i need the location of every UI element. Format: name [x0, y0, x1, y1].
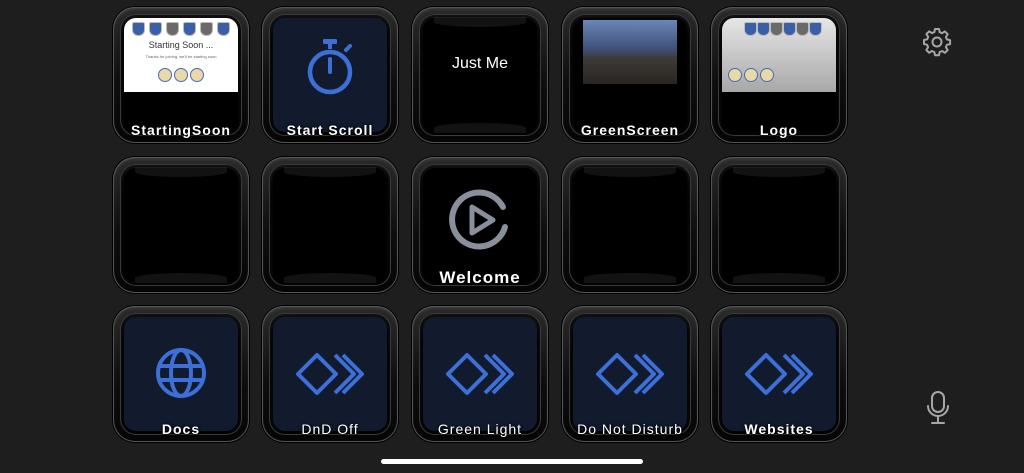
- thumbnail-subtitle: Thanks for joining, we'll be starting so…: [145, 54, 217, 59]
- key-face: [573, 18, 687, 132]
- shield-icon: [809, 22, 822, 36]
- badge-icon: [760, 68, 774, 82]
- key-face: [124, 168, 238, 282]
- shield-icon: [200, 22, 213, 36]
- thumbnail-title: Starting Soon ...: [148, 40, 214, 50]
- shield-icon: [796, 22, 809, 36]
- settings-button[interactable]: [922, 27, 952, 62]
- logo-thumbnail: [722, 18, 836, 92]
- greenscreen-thumbnail: [583, 20, 677, 84]
- key-label: GreenScreen: [580, 122, 680, 138]
- multi-action-icon: [596, 353, 664, 395]
- key-face: [722, 168, 836, 282]
- key-greenscreen[interactable]: GreenScreen: [562, 7, 698, 143]
- badge-icon: [744, 68, 758, 82]
- key-green-light[interactable]: Green Light: [412, 306, 548, 442]
- badge-icon: [190, 68, 204, 82]
- microphone-button[interactable]: [926, 390, 950, 431]
- key-label: Start Scroll: [286, 122, 374, 138]
- key-empty-4[interactable]: [711, 157, 847, 293]
- shield-icon: [770, 22, 783, 36]
- key-face: [273, 168, 387, 282]
- stream-deck-grid: Starting Soon ... Thanks for joining, we…: [0, 0, 1024, 473]
- shield-icon: [217, 22, 230, 36]
- key-welcome[interactable]: Welcome: [412, 157, 548, 293]
- multi-action-icon: [446, 353, 514, 395]
- shield-icon: [783, 22, 796, 36]
- key-starting-soon[interactable]: Starting Soon ... Thanks for joining, we…: [113, 7, 249, 143]
- shield-icon: [757, 22, 770, 36]
- badge-icon: [728, 68, 742, 82]
- key-empty-1[interactable]: [113, 157, 249, 293]
- key-logo[interactable]: Logo: [711, 7, 847, 143]
- shield-icon: [149, 22, 162, 36]
- shield-icon: [132, 22, 145, 36]
- key-label: Welcome: [439, 268, 521, 287]
- key-text: Just Me: [451, 55, 508, 72]
- key-face: [423, 18, 537, 132]
- key-start-scroll[interactable]: Start Scroll: [262, 7, 398, 143]
- key-empty-3[interactable]: [562, 157, 698, 293]
- gear-icon: [923, 28, 952, 57]
- badge-icon: [174, 68, 188, 82]
- multi-action-icon: [745, 353, 813, 395]
- key-label: Websites: [744, 421, 814, 437]
- key-dnd-off[interactable]: DnD Off: [262, 306, 398, 442]
- key-websites[interactable]: Websites: [711, 306, 847, 442]
- shield-icon: [183, 22, 196, 36]
- key-face: [573, 168, 687, 282]
- key-label: Logo: [759, 122, 799, 138]
- key-label: Green Light: [437, 421, 523, 437]
- key-just-me[interactable]: Just Me: [412, 7, 548, 143]
- microphone-icon: [927, 391, 949, 424]
- shield-icon: [744, 22, 757, 36]
- badge-icon: [158, 68, 172, 82]
- key-face: Starting Soon ... Thanks for joining, we…: [124, 18, 238, 132]
- key-face: [722, 18, 836, 132]
- key-label: DnD Off: [301, 421, 359, 437]
- key-do-not-disturb[interactable]: Do Not Disturb: [562, 306, 698, 442]
- key-label: Do Not Disturb: [577, 421, 683, 437]
- key-docs[interactable]: Docs: [113, 306, 249, 442]
- key-label: Docs: [161, 421, 201, 437]
- multi-action-icon: [296, 353, 364, 395]
- stopwatch-icon: [307, 39, 353, 95]
- home-indicator[interactable]: [381, 459, 643, 464]
- elgato-logo-icon: [449, 189, 508, 250]
- key-label: StartingSoon: [131, 122, 231, 138]
- globe-icon: [156, 348, 206, 398]
- key-empty-2[interactable]: [262, 157, 398, 293]
- shield-icon: [166, 22, 179, 36]
- starting-soon-thumbnail: Starting Soon ... Thanks for joining, we…: [124, 18, 238, 92]
